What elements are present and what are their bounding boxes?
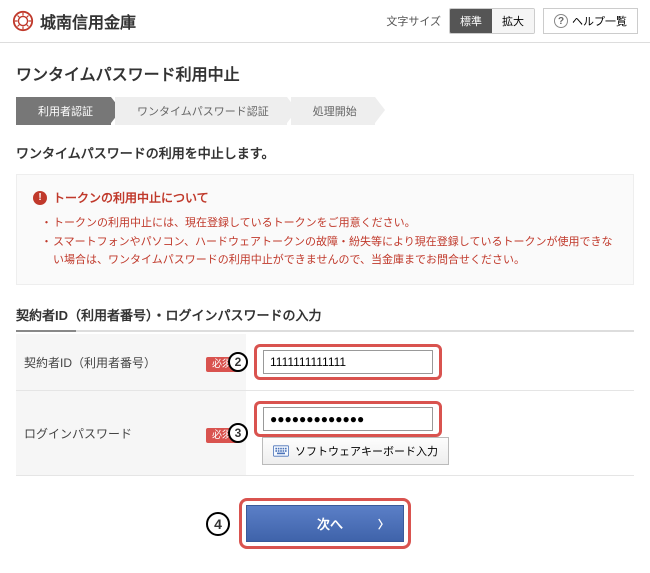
page-title: ワンタイムパスワード利用中止 [16, 61, 634, 85]
callout-2: 2 [228, 352, 248, 372]
form-table: 契約者ID（利用者番号） 必須 2 ログインパスワード 必須 3 [16, 334, 634, 476]
input-cell [246, 334, 634, 391]
font-size-label: 文字サイズ [386, 13, 441, 29]
bank-logo-icon [12, 10, 34, 32]
font-standard-button[interactable]: 標準 [450, 9, 492, 33]
callout-4: 4 [206, 512, 230, 536]
notice-item: トークンの利用中止には、現在登録しているトークンをご用意ください。 [41, 214, 617, 233]
required-cell: 必須 2 [186, 334, 246, 391]
form-section-title: 契約者ID（利用者番号）・ログインパスワードの入力 [16, 305, 634, 332]
main-content: ワンタイムパスワード利用中止 利用者認証 ワンタイムパスワード認証 処理開始 ワ… [0, 43, 650, 573]
help-label: ヘルプ一覧 [572, 13, 627, 29]
notice-list: トークンの利用中止には、現在登録しているトークンをご用意ください。 スマートフォ… [33, 214, 617, 270]
swkb-label: ソフトウェアキーボード入力 [295, 443, 438, 459]
question-icon: ? [554, 14, 568, 28]
notice-item: スマートフォンやパソコン、ハードウェアトークンの故障・紛失等により現在登録してい… [41, 233, 617, 270]
callout-3: 3 [228, 423, 248, 443]
notice-title: ! トークンの利用中止について [33, 189, 617, 206]
step-3: 処理開始 [291, 97, 375, 125]
input-highlight [254, 344, 442, 380]
field-label: 契約者ID（利用者番号） [16, 334, 186, 391]
field-label: ログインパスワード [16, 391, 186, 476]
submit-highlight: 4 次へ 〉 [239, 498, 411, 549]
help-button[interactable]: ? ヘルプ一覧 [543, 8, 638, 34]
warning-icon: ! [33, 191, 47, 205]
contract-id-input[interactable] [263, 350, 433, 374]
next-button[interactable]: 次へ 〉 [246, 505, 404, 542]
input-cell: ソフトウェアキーボード入力 [246, 391, 634, 476]
header-controls: 文字サイズ 標準 拡大 ? ヘルプ一覧 [386, 8, 638, 34]
software-keyboard-button[interactable]: ソフトウェアキーボード入力 [262, 437, 449, 465]
notice-box: ! トークンの利用中止について トークンの利用中止には、現在登録しているトークン… [16, 174, 634, 285]
font-size-group: 標準 拡大 [449, 8, 535, 34]
font-large-button[interactable]: 拡大 [492, 9, 534, 33]
input-highlight [254, 401, 442, 437]
keyboard-icon [273, 445, 289, 457]
table-row: ログインパスワード 必須 3 ソフトウェアキーボード入力 [16, 391, 634, 476]
notice-title-text: トークンの利用中止について [53, 189, 209, 206]
step-1: 利用者認証 [16, 97, 111, 125]
step-2: ワンタイムパスワード認証 [115, 97, 287, 125]
subheading: ワンタイムパスワードの利用を中止します。 [16, 143, 634, 162]
password-input[interactable] [263, 407, 433, 431]
logo: 城南信用金庫 [12, 9, 136, 33]
table-row: 契約者ID（利用者番号） 必須 2 [16, 334, 634, 391]
stepper: 利用者認証 ワンタイムパスワード認証 処理開始 [16, 97, 634, 125]
submit-row: 4 次へ 〉 [16, 498, 634, 549]
required-cell: 必須 3 [186, 391, 246, 476]
logo-text: 城南信用金庫 [40, 9, 136, 33]
next-label: 次へ [317, 517, 343, 532]
app-header: 城南信用金庫 文字サイズ 標準 拡大 ? ヘルプ一覧 [0, 0, 650, 43]
chevron-right-icon: 〉 [378, 516, 389, 532]
